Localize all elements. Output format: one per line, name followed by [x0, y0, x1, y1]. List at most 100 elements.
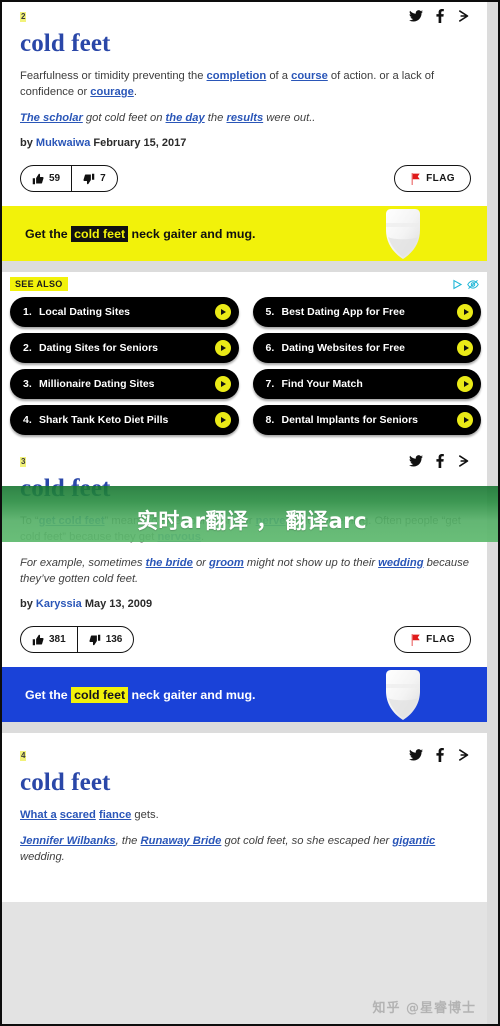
item-title: Find Your Match — [281, 378, 363, 391]
definition-term-link[interactable]: results — [226, 112, 263, 124]
definition-byline: by Karyssia May 13, 2009 — [20, 597, 471, 613]
definition-term-link[interactable]: scared — [60, 809, 96, 821]
definition-date: May 13, 2009 — [84, 598, 153, 611]
play-arrow-icon[interactable] — [457, 412, 473, 429]
item-number: 6. — [265, 342, 275, 355]
definition-example: For example, sometimes the bride or groo… — [20, 556, 469, 585]
see-also-item[interactable]: 6. Dating Websites for Free — [252, 333, 481, 364]
see-also-item[interactable]: 3. Millionaire Dating Sites — [10, 369, 239, 400]
see-also-item[interactable]: 5. Best Dating App for Free — [252, 297, 481, 328]
play-arrow-icon[interactable] — [457, 340, 473, 357]
merch-banner-text: Get the cold feet neck gaiter and mug. — [25, 686, 256, 703]
translation-overlay-banner[interactable]: 实时ar翻译 ， 翻译arc — [2, 486, 498, 542]
definition-entry: 2 cold feet Fearfulness or timidity prev… — [2, 2, 489, 207]
social-share-group — [409, 454, 471, 469]
item-title: Millionaire Dating Sites — [39, 378, 155, 391]
vote-group: 59 7 — [20, 165, 118, 193]
merch-banner-yellow[interactable]: Get the cold feet neck gaiter and mug. — [2, 206, 489, 262]
definition-term-link[interactable]: The scholar — [20, 112, 83, 124]
byline-prefix: by — [20, 598, 36, 611]
facebook-icon[interactable] — [436, 454, 444, 469]
see-also-label: SEE ALSO — [10, 277, 68, 292]
item-title: Dating Websites for Free — [281, 342, 406, 355]
play-arrow-icon[interactable] — [457, 376, 473, 393]
play-arrow-icon[interactable] — [214, 412, 231, 429]
definition-term-link[interactable]: Jennifer Wilbanks — [20, 835, 116, 847]
item-number: 4. — [23, 414, 32, 427]
thumbs-down-icon — [89, 634, 100, 645]
merch-suffix: neck gaiter and mug. — [128, 687, 256, 702]
merch-banner-text: Get the cold feet neck gaiter and mug. — [25, 225, 256, 242]
definition-term-link[interactable]: gigantic — [392, 835, 435, 847]
see-also-item[interactable]: 1. Local Dating Sites — [10, 297, 239, 328]
flag-button[interactable]: FLAG — [394, 626, 471, 654]
definition-term[interactable]: cold feet — [20, 30, 471, 59]
definition-term-link[interactable]: the bride — [146, 557, 193, 569]
merch-banner-blue[interactable]: Get the cold feet neck gaiter and mug. — [2, 667, 489, 723]
merch-suffix: neck gaiter and mug. — [128, 226, 256, 241]
definition-header: 4 — [20, 748, 471, 767]
definition-actions: 381 136 FLAG — [20, 626, 471, 654]
merch-highlight-term: cold feet — [71, 686, 129, 703]
entry-index: 2 — [20, 12, 27, 22]
definition-term-link[interactable]: wedding — [378, 557, 423, 569]
definition-entry: 4 cold feet What a scared fiance gets. J… — [2, 733, 489, 902]
upvote-button[interactable]: 381 — [21, 627, 77, 652]
entry-index: 4 — [20, 751, 27, 762]
definition-term-link[interactable]: completion — [207, 70, 267, 82]
play-arrow-icon[interactable] — [214, 304, 231, 321]
author-link[interactable]: Karyssia — [36, 598, 82, 610]
definition-example: Jennifer Wilbanks, the Runaway Bride got… — [20, 834, 436, 863]
twitter-icon[interactable] — [409, 749, 423, 761]
thumbs-down-icon — [83, 173, 95, 184]
play-arrow-icon[interactable] — [457, 304, 473, 321]
definition-term-link[interactable]: fiance — [99, 809, 131, 821]
upvote-count: 381 — [49, 634, 66, 646]
definition-term-link[interactable]: groom — [209, 557, 244, 569]
share-icon[interactable] — [457, 454, 471, 468]
share-icon[interactable] — [457, 748, 471, 762]
section-spacer — [2, 261, 489, 273]
social-share-group — [409, 9, 471, 23]
play-arrow-icon[interactable] — [214, 376, 231, 393]
facebook-icon[interactable] — [436, 9, 444, 23]
share-icon[interactable] — [457, 9, 471, 23]
author-link[interactable]: Mukwaiwa — [36, 137, 90, 149]
see-also-item[interactable]: 7. Find Your Match — [252, 369, 481, 400]
adchoices-icon[interactable] — [452, 279, 479, 290]
item-number: 8. — [265, 414, 275, 427]
definition-term-link[interactable]: Runaway Bride — [141, 835, 222, 847]
definition-term-link[interactable]: What a — [20, 809, 57, 821]
item-number: 7. — [265, 378, 275, 391]
merch-prefix: Get the — [25, 226, 72, 241]
watermark: 知乎 @星睿博士 — [372, 1001, 476, 1016]
item-title: Dental Implants for Seniors — [281, 414, 419, 427]
definition-term[interactable]: cold feet — [20, 769, 471, 798]
downvote-button[interactable]: 136 — [76, 627, 134, 653]
see-also-ad-unit: SEE ALSO 1. Local Dating Sites 5. Best D… — [2, 272, 489, 446]
definition-date: February 15, 2017 — [93, 137, 187, 150]
item-title: Local Dating Sites — [39, 306, 131, 319]
downvote-button[interactable]: 7 — [71, 166, 117, 192]
item-title: Dating Sites for Seniors — [39, 342, 159, 355]
definition-term-link[interactable]: course — [291, 70, 328, 82]
definition-actions: 59 7 FLAG — [20, 165, 471, 193]
translation-overlay-text: 实时ar翻译 ， 翻译arc — [136, 509, 368, 533]
vote-group: 381 136 — [20, 626, 135, 654]
definition-example: The scholar got cold feet on the day the… — [20, 111, 316, 124]
twitter-icon[interactable] — [409, 10, 423, 22]
definition-byline: by Mukwaiwa February 15, 2017 — [20, 136, 471, 152]
see-also-item[interactable]: 4. Shark Tank Keto Diet Pills — [10, 405, 239, 436]
definition-term-link[interactable]: courage — [90, 86, 134, 98]
facebook-icon[interactable] — [436, 748, 444, 763]
definition-term-link[interactable]: the day — [166, 112, 205, 124]
downvote-count: 136 — [105, 634, 123, 646]
upvote-button[interactable]: 59 — [21, 166, 71, 191]
see-also-item[interactable]: 2. Dating Sites for Seniors — [10, 333, 239, 364]
see-also-item[interactable]: 8. Dental Implants for Seniors — [252, 405, 481, 436]
see-also-header: SEE ALSO — [2, 272, 489, 295]
definition-header: 2 — [20, 9, 471, 28]
flag-button[interactable]: FLAG — [394, 165, 471, 193]
play-arrow-icon[interactable] — [214, 340, 231, 357]
twitter-icon[interactable] — [409, 455, 423, 467]
